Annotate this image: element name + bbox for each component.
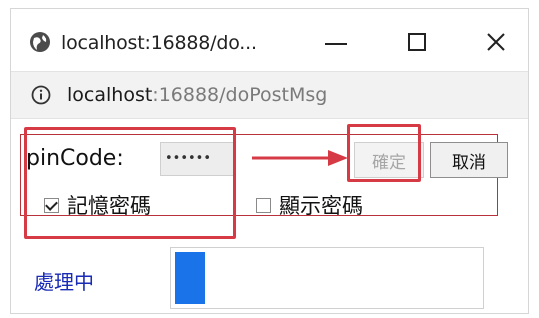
close-button[interactable]	[473, 25, 519, 59]
minimize-icon	[325, 43, 347, 45]
maximize-icon	[408, 33, 426, 51]
close-icon	[487, 33, 505, 51]
info-icon[interactable]	[31, 85, 51, 105]
url-host: localhost	[67, 84, 153, 106]
processing-label: 處理中	[34, 270, 94, 294]
show-password-label: 顯示密碼	[279, 194, 363, 218]
show-password-checkbox[interactable]: 顯示密碼	[256, 190, 363, 220]
annotation-box-pin	[24, 127, 236, 239]
progress-bar	[170, 247, 484, 309]
minimize-button[interactable]	[313, 25, 359, 59]
progress-fill	[175, 252, 205, 304]
window-title: localhost:16888/do...	[61, 32, 257, 54]
annotation-box-confirm	[347, 124, 421, 182]
title-bar: localhost:16888/do...	[11, 9, 528, 71]
maximize-button[interactable]	[394, 25, 440, 59]
address-bar[interactable]: localhost:16888/doPostMsg	[11, 71, 528, 119]
checkbox-unchecked-icon[interactable]	[256, 197, 271, 213]
right-arrow-annotation	[252, 150, 348, 166]
address-url: localhost:16888/doPostMsg	[67, 84, 327, 106]
cancel-button[interactable]: 取消	[430, 142, 508, 178]
url-path: :16888/doPostMsg	[152, 84, 328, 106]
globe-icon	[30, 32, 50, 52]
